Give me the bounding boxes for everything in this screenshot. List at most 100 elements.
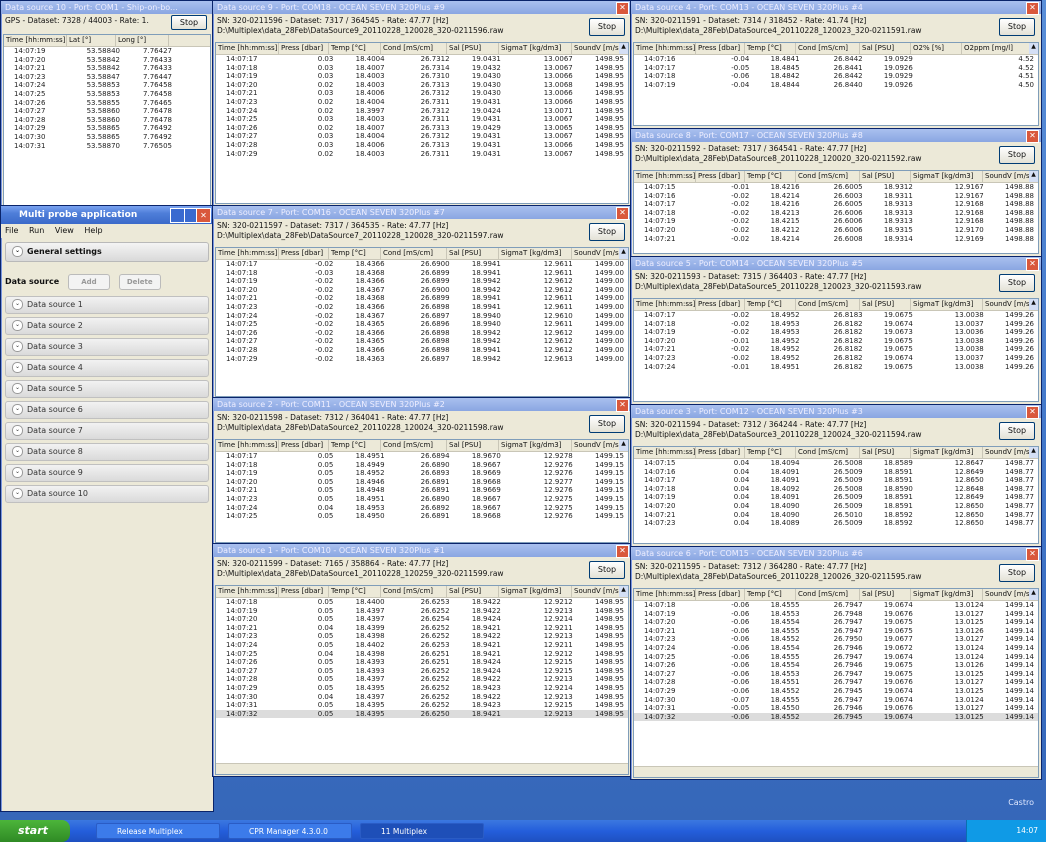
column-header[interactable]: Sal [PSU] <box>860 589 911 600</box>
window-title[interactable]: Data source 4 - Port: COM13 - OCEAN SEVE… <box>631 1 1041 14</box>
scroll-up-icon[interactable]: ▲ <box>619 586 628 597</box>
column-header[interactable]: SigmaT [kg/dm3] <box>911 589 983 600</box>
table-row[interactable]: 14:07:24 0.02 18.3997 26.7312 19.0424 13.0071… <box>216 107 628 116</box>
column-header[interactable]: SigmaT [kg/dm3] <box>499 440 572 451</box>
table-row[interactable]: 14:07:18 0.05 18.4949 26.6890 18.9667 12.9276… <box>216 461 628 470</box>
table-row[interactable]: 14:07:19 -0.02 18.4366 26.6899 18.9942 12.961… <box>216 277 628 286</box>
window-data-source-1[interactable]: Data source 1 - Port: COM10 - OCEAN SEVE… <box>212 543 632 777</box>
column-header[interactable]: Cond [mS/cm] <box>381 43 447 54</box>
table-row[interactable]: 14:07:23 -0.06 18.4552 26.7950 19.0677 13.012… <box>634 635 1038 644</box>
table-row[interactable]: 14:07:17 -0.02 18.4952 26.8183 19.0675 13.003… <box>634 311 1038 320</box>
menu-run[interactable]: Run <box>29 226 44 235</box>
column-header[interactable]: Time [hh:mm:ss] <box>634 43 696 54</box>
window-data-source-4[interactable]: Data source 4 - Port: COM13 - OCEAN SEVE… <box>630 0 1042 130</box>
data-source-item[interactable]: ⌄ Data source 4 <box>5 359 209 377</box>
table-row[interactable]: 14:07:21 0.05 18.4948 26.6891 18.9669 12.9276… <box>216 486 628 495</box>
column-header[interactable]: Cond [mS/cm] <box>796 299 860 310</box>
multi-probe-app-window[interactable]: Multi probe application ✕ File Run View … <box>0 205 214 812</box>
table-row[interactable]: 14:07:20 0.04 18.4090 26.5009 18.8591 12.8650… <box>634 502 1038 511</box>
column-header[interactable]: O2% [%] <box>911 43 962 54</box>
table-row[interactable]: 14:07:19 0.04 18.4091 26.5009 18.8591 12.8649… <box>634 493 1038 502</box>
table-row[interactable]: 14:07:20 53.58842 7.76433 <box>4 56 210 65</box>
table-row[interactable]: 14:07:29 -0.02 18.4363 26.6897 18.9942 12.961… <box>216 355 628 364</box>
column-header[interactable]: SoundV [m/s] <box>983 589 1034 600</box>
table-row[interactable]: 14:07:21 -0.02 18.4214 26.6008 18.9314 12.916… <box>634 235 1038 244</box>
table-row[interactable]: 14:07:25 53.58853 7.76458 <box>4 90 210 99</box>
window-data-source-2[interactable]: Data source 2 - Port: COM11 - OCEAN SEVE… <box>212 397 632 545</box>
table-row[interactable]: 14:07:18 -0.02 18.4953 26.8182 19.0674 13.003… <box>634 320 1038 329</box>
table-row[interactable]: 14:07:28 53.58860 7.76478 <box>4 116 210 125</box>
column-header[interactable]: Cond [mS/cm] <box>796 447 860 458</box>
column-header[interactable]: SoundV [m/s] <box>983 299 1034 310</box>
table-row[interactable]: 14:07:15 -0.01 18.4216 26.6005 18.9312 12.916… <box>634 183 1038 192</box>
window-title[interactable]: Data source 6 - Port: COM15 - OCEAN SEVE… <box>631 547 1041 560</box>
column-header[interactable]: Sal [PSU] <box>447 248 499 259</box>
table-row[interactable]: 14:07:30 -0.07 18.4555 26.7947 19.0674 13.012… <box>634 696 1038 705</box>
table-row[interactable]: 14:07:26 0.02 18.4007 26.7313 19.0429 13.0065… <box>216 124 628 133</box>
column-header[interactable]: Press [dbar] <box>696 43 745 54</box>
table-row[interactable]: 14:07:20 0.05 18.4397 26.6254 18.9424 12.9214… <box>216 615 628 624</box>
table-row[interactable]: 14:07:27 0.05 18.4393 26.6252 18.9424 12.9215… <box>216 667 628 676</box>
data-source-item[interactable]: ⌄ Data source 5 <box>5 380 209 398</box>
table-row[interactable]: 14:07:21 -0.02 18.4368 26.6899 18.9941 12.961… <box>216 294 628 303</box>
column-header[interactable]: Cond [mS/cm] <box>381 586 447 597</box>
table-row[interactable]: 14:07:26 53.58855 7.76465 <box>4 99 210 108</box>
table-row[interactable]: 14:07:29 0.02 18.4003 26.7311 19.0431 13.0067… <box>216 150 628 159</box>
close-button[interactable]: ✕ <box>196 208 211 223</box>
table-row[interactable]: 14:07:16 -0.04 18.4841 26.8442 19.0929 4.52 <box>634 55 1038 64</box>
table-row[interactable]: 14:07:18 0.05 18.4400 26.6253 18.9422 12.9212… <box>216 598 628 607</box>
column-header[interactable]: Sal [PSU] <box>860 43 911 54</box>
window-title[interactable]: Data source 9 - Port: COM18 - OCEAN SEVE… <box>213 1 631 14</box>
menu-help[interactable]: Help <box>84 226 102 235</box>
delete-button[interactable]: Delete <box>118 274 161 290</box>
table-row[interactable]: 14:07:18 0.04 18.4092 26.5008 18.8590 12.8648… <box>634 485 1038 494</box>
table-row[interactable]: 14:07:29 -0.06 18.4552 26.7945 19.0674 13.012… <box>634 687 1038 696</box>
table-row[interactable]: 14:07:19 0.05 18.4952 26.6893 18.9669 12.9276… <box>216 469 628 478</box>
data-source-item[interactable]: ⌄ Data source 8 <box>5 443 209 461</box>
scroll-up-icon[interactable]: ▲ <box>1029 299 1038 310</box>
column-header[interactable]: O2ppm [mg/l] <box>962 43 1034 54</box>
table-row[interactable]: 14:07:24 0.05 18.4402 26.6253 18.9421 12.9211… <box>216 641 628 650</box>
column-header[interactable]: Time [hh:mm:ss] <box>216 586 279 597</box>
table-row[interactable]: 14:07:25 0.04 18.4398 26.6251 18.9421 12.9212… <box>216 650 628 659</box>
window-data-source-3[interactable]: Data source 3 - Port: COM12 - OCEAN SEVE… <box>630 404 1042 548</box>
column-header[interactable]: SigmaT [kg/dm3] <box>499 248 572 259</box>
data-source-item[interactable]: ⌄ Data source 7 <box>5 422 209 440</box>
table-row[interactable]: 14:07:19 -0.04 18.4844 26.8440 19.0926 4.50 <box>634 81 1038 90</box>
column-header[interactable]: Press [dbar] <box>696 171 745 182</box>
window-data-source-10[interactable]: Data source 10 - Port: COM1 - Ship-on-bo… <box>0 0 214 207</box>
table-row[interactable]: 14:07:17 -0.02 18.4366 26.6900 18.9941 12.961… <box>216 260 628 269</box>
table-row[interactable]: 14:07:32 0.05 18.4395 26.6250 18.9421 12.9213… <box>216 709 628 719</box>
table-row[interactable]: 14:07:20 0.05 18.4946 26.6891 18.9668 12.9277… <box>216 478 628 487</box>
window-data-source-5[interactable]: Data source 5 - Port: COM14 - OCEAN SEVE… <box>630 256 1042 406</box>
table-row[interactable]: 14:07:28 -0.02 18.4366 26.6898 18.9941 12.961… <box>216 346 628 355</box>
table-row[interactable]: 14:07:25 0.03 18.4003 26.7311 19.0431 13.0067… <box>216 115 628 124</box>
table-row[interactable]: 14:07:19 53.58840 7.76427 <box>4 47 210 56</box>
table-row[interactable]: 14:07:19 0.05 18.4397 26.6252 18.9422 12.9213… <box>216 607 628 616</box>
column-header[interactable]: Temp [°C] <box>745 299 796 310</box>
data-source-item[interactable]: ⌄ Data source 10 <box>5 485 209 503</box>
table-row[interactable]: 14:07:21 0.04 18.4090 26.5010 18.8592 12.8650… <box>634 511 1038 520</box>
table-row[interactable]: 14:07:27 -0.06 18.4553 26.7947 19.0675 13.012… <box>634 670 1038 679</box>
table-row[interactable]: 14:07:18 -0.03 18.4368 26.6899 18.9941 12.961… <box>216 269 628 278</box>
table-row[interactable]: 14:07:24 -0.02 18.4367 26.6897 18.9940 12.961… <box>216 312 628 321</box>
column-header[interactable]: Sal [PSU] <box>860 299 911 310</box>
data-source-item[interactable]: ⌄ Data source 2 <box>5 317 209 335</box>
column-header[interactable]: Cond [mS/cm] <box>381 248 447 259</box>
table-row[interactable]: 14:07:18 -0.02 18.4213 26.6006 18.9313 12.916… <box>634 209 1038 218</box>
table-row[interactable]: 14:07:21 -0.02 18.4952 26.8182 19.0675 13.003… <box>634 345 1038 354</box>
table-row[interactable]: 14:07:21 0.04 18.4399 26.6252 18.9421 12.9211… <box>216 624 628 633</box>
column-header[interactable]: SoundV [m/s] <box>983 447 1034 458</box>
stop-button[interactable]: Stop <box>171 15 207 30</box>
column-header[interactable]: SoundV [m/s] <box>572 440 624 451</box>
window-title[interactable]: Data source 1 - Port: COM10 - OCEAN SEVE… <box>213 544 631 557</box>
window-data-source-7[interactable]: Data source 7 - Port: COM16 - OCEAN SEVE… <box>212 205 632 399</box>
table-row[interactable]: 14:07:31 0.05 18.4395 26.6252 18.9423 12.9215… <box>216 701 628 710</box>
table-row[interactable]: 14:07:29 53.58865 7.76492 <box>4 124 210 133</box>
column-header[interactable]: Temp [°C] <box>329 440 381 451</box>
data-source-item[interactable]: ⌄ Data source 3 <box>5 338 209 356</box>
column-header[interactable]: Press [dbar] <box>279 43 329 54</box>
table-row[interactable]: 14:07:29 0.05 18.4395 26.6252 18.9423 12.9214… <box>216 684 628 693</box>
table-row[interactable]: 14:07:23 0.05 18.4398 26.6252 18.9422 12.9213… <box>216 632 628 641</box>
data-source-item[interactable]: ⌄ Data source 6 <box>5 401 209 419</box>
